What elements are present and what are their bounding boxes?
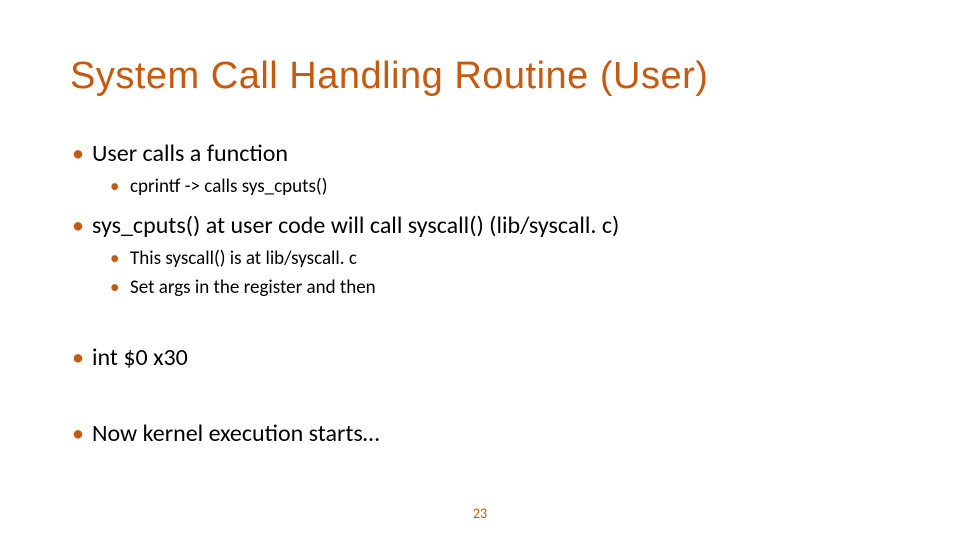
bullet-level1: sys_cputs() at user code will call sysca… <box>70 210 890 241</box>
slide-container: System Call Handling Routine (User) User… <box>0 0 960 540</box>
slide-title: System Call Handling Routine (User) <box>70 55 890 98</box>
page-number: 23 <box>473 505 487 522</box>
bullet-level1: User calls a function <box>70 138 890 169</box>
bullet-level2: Set args in the register and then <box>70 276 890 301</box>
bullet-level2: This syscall() is at lib/syscall. c <box>70 247 890 272</box>
bullet-level1: int $0 x30 <box>70 342 890 373</box>
bullet-level2: cprintf -> calls sys_cputs() <box>70 175 890 200</box>
bullet-level1: Now kernel execution starts… <box>70 418 890 449</box>
